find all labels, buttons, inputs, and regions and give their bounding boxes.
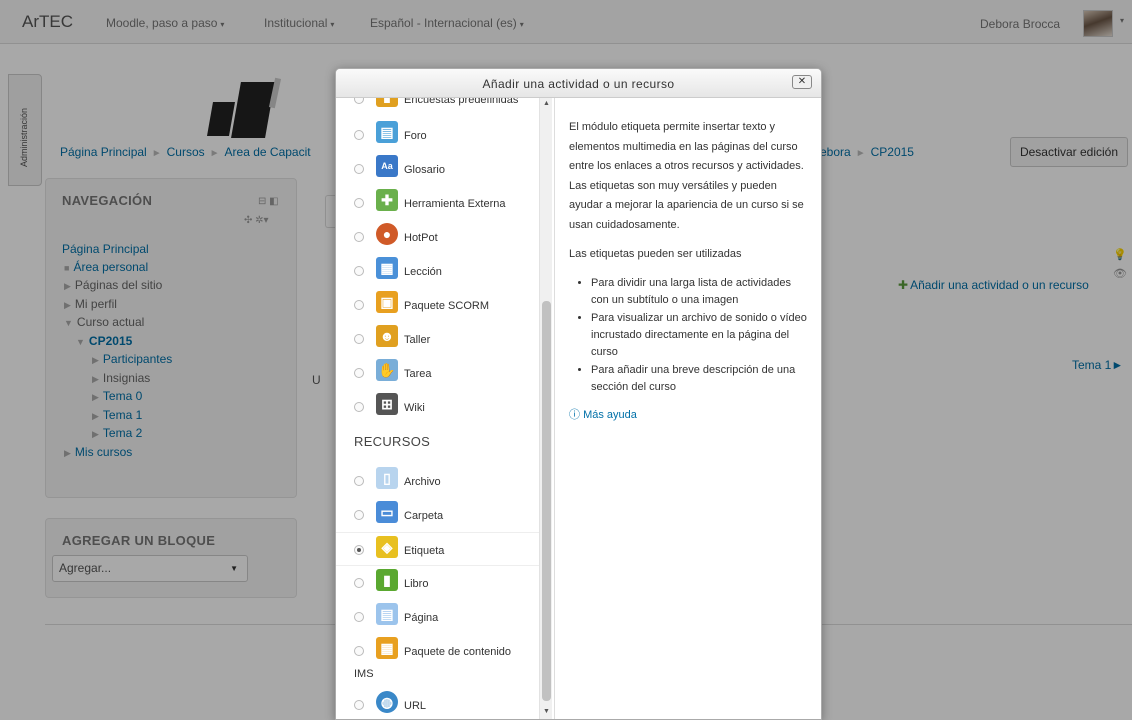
option-taller[interactable]: ☻ Taller (336, 322, 541, 356)
folder-icon: ▭ (376, 501, 398, 523)
option-label: Paquete de contenido (404, 646, 512, 658)
radio-button[interactable] (354, 545, 364, 555)
radio-button[interactable] (354, 476, 364, 486)
workshop-icon: ☻ (376, 325, 398, 347)
option-archivo[interactable]: ▯ Archivo (336, 464, 541, 498)
dialog-title: Añadir una actividad o un recurso (482, 77, 675, 91)
survey-icon: ▮ (376, 98, 398, 107)
option-etiqueta[interactable]: ◈ Etiqueta (336, 532, 541, 566)
help-paragraph: El módulo etiqueta permite insertar text… (569, 121, 804, 231)
radio-button[interactable] (354, 130, 364, 140)
scroll-up-icon[interactable]: ▲ (543, 100, 550, 107)
radio-button[interactable] (354, 334, 364, 344)
radio-button[interactable] (354, 164, 364, 174)
scorm-icon: ▣ (376, 291, 398, 313)
option-encuestas[interactable]: ▮ Encuestas predefinidas (336, 98, 541, 116)
hotpot-icon: ● (376, 223, 398, 245)
radio-button[interactable] (354, 578, 364, 588)
assignment-icon: ✋ (376, 359, 398, 381)
option-hotpot[interactable]: ● HotPot (336, 220, 541, 254)
option-url[interactable]: ◍ URL (336, 688, 541, 719)
option-label: Carpeta (404, 510, 444, 522)
radio-button[interactable] (354, 402, 364, 412)
radio-button[interactable] (354, 510, 364, 520)
option-wiki[interactable]: ⊞ Wiki (336, 390, 541, 424)
option-label: Archivo (404, 476, 441, 488)
module-list-scrollbar[interactable]: ▲ ▼ (539, 98, 552, 719)
option-label: Tarea (404, 368, 432, 380)
scroll-thumb[interactable] (542, 301, 551, 701)
radio-button[interactable] (354, 266, 364, 276)
option-label: Etiqueta (404, 545, 445, 557)
more-help-link[interactable]: ⓘ Más ayuda (569, 406, 808, 426)
help-list: Para dividir una larga lista de activida… (591, 275, 808, 396)
file-icon: ▯ (376, 467, 398, 489)
option-glosario[interactable]: Aa Glosario (336, 152, 541, 186)
lesson-icon: ▦ (376, 257, 398, 279)
add-activity-dialog: Añadir una actividad o un recurso ✕ ▮ Enc… (335, 68, 822, 720)
option-label: Encuestas predefinidas (404, 98, 519, 106)
dialog-header: Añadir una actividad o un recurso ✕ (336, 69, 821, 98)
option-label: HotPot (404, 232, 438, 244)
more-help-label: Más ayuda (583, 408, 637, 421)
module-help-pane: El módulo etiqueta permite insertar text… (554, 98, 821, 719)
option-label: Página (404, 612, 439, 624)
radio-button[interactable] (354, 198, 364, 208)
radio-button[interactable] (354, 612, 364, 622)
radio-button[interactable] (354, 232, 364, 242)
option-label: Paquete SCORM (404, 300, 489, 312)
option-label: Wiki (404, 402, 425, 414)
option-libro[interactable]: ▮ Libro (336, 566, 541, 600)
help-list-item: Para dividir una larga lista de activida… (591, 275, 808, 309)
wiki-icon: ⊞ (376, 393, 398, 415)
option-label: Taller (404, 334, 431, 346)
option-paquete-ims[interactable]: ▦ Paquete de contenido IMS (336, 634, 541, 686)
option-label-continued: IMS (354, 668, 374, 680)
option-scorm[interactable]: ▣ Paquete SCORM (336, 288, 541, 322)
help-list-item: Para añadir una breve descripción de una… (591, 362, 808, 396)
radio-button[interactable] (354, 646, 364, 656)
glossary-icon: Aa (376, 155, 398, 177)
option-herramienta-externa[interactable]: ✚ Herramienta Externa (336, 186, 541, 220)
url-icon: ◍ (376, 691, 398, 713)
help-list-item: Para visualizar un archivo de sonido o v… (591, 310, 808, 361)
option-label: Foro (404, 130, 427, 142)
label-icon: ◈ (376, 536, 398, 558)
option-label: Libro (404, 578, 429, 590)
book-icon: ▮ (376, 569, 398, 591)
page-icon: ▤ (376, 603, 398, 625)
forum-icon: ▤ (376, 121, 398, 143)
option-leccion[interactable]: ▦ Lección (336, 254, 541, 288)
module-chooser-list: ▮ Encuestas predefinidas ▤ Foro Aa Glosario… (336, 98, 541, 719)
option-foro[interactable]: ▤ Foro (336, 118, 541, 152)
option-carpeta[interactable]: ▭ Carpeta (336, 498, 541, 532)
radio-button[interactable] (354, 368, 364, 378)
option-label: Herramienta Externa (404, 198, 506, 210)
radio-button[interactable] (354, 98, 364, 104)
option-tarea[interactable]: ✋ Tarea (336, 356, 541, 390)
radio-button[interactable] (354, 700, 364, 710)
radio-button[interactable] (354, 300, 364, 310)
info-icon: ⓘ (569, 408, 580, 421)
close-icon[interactable]: ✕ (792, 75, 812, 89)
option-label: Lección (404, 266, 442, 278)
option-label: Glosario (404, 164, 445, 176)
puzzle-icon: ✚ (376, 189, 398, 211)
help-paragraph: Las etiquetas pueden ser utilizadas (569, 248, 742, 260)
scroll-down-icon[interactable]: ▼ (543, 708, 550, 715)
option-pagina[interactable]: ▤ Página (336, 600, 541, 634)
ims-icon: ▦ (376, 637, 398, 659)
option-label: URL (404, 700, 427, 712)
resources-heading: RECURSOS (354, 434, 431, 449)
